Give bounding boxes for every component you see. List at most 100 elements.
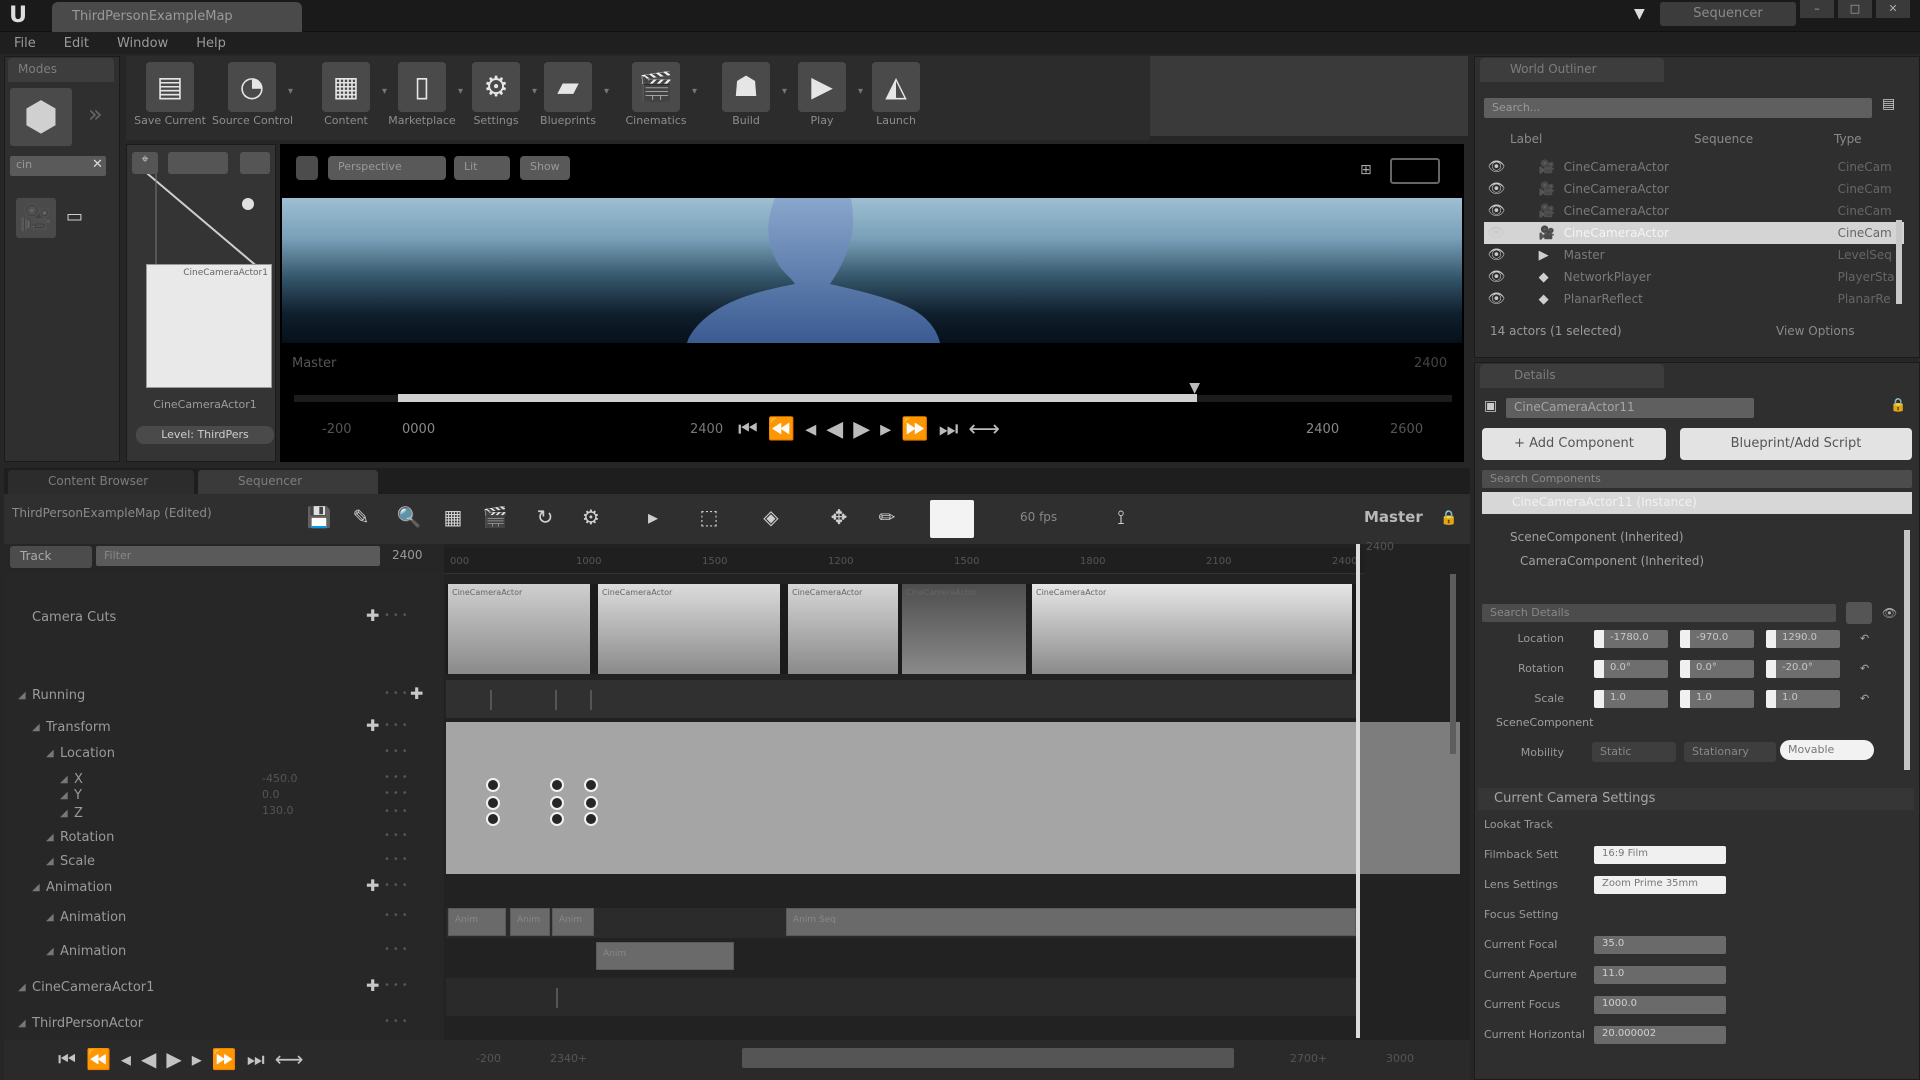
key-nav-icon[interactable]: •••	[384, 688, 411, 699]
camera-actor-track-lane[interactable]	[446, 978, 1356, 1016]
visibility-eye-icon[interactable]: 👁	[1484, 291, 1509, 307]
refresh-icon[interactable]: ↻	[530, 502, 560, 532]
step-back-icon[interactable]: ◂	[121, 1047, 131, 1071]
loop-icon[interactable]: ⟷	[275, 1047, 304, 1071]
camera-cut-thumbnail[interactable]	[902, 584, 1026, 674]
camera-cut-thumbnail[interactable]	[598, 584, 780, 674]
expand-arrow-icon[interactable]: ◢	[32, 882, 46, 893]
outliner-row[interactable]: 👁 ◆ PlanarReflect PlanarRe	[1484, 288, 1904, 310]
outliner-row[interactable]: 👁 ◆ NetworkPlayer PlayerSta	[1484, 266, 1904, 288]
add-key-icon[interactable]: ✚	[366, 876, 379, 895]
viewport-lit-button[interactable]: Lit	[454, 156, 510, 180]
expand-arrow-icon[interactable]: ◢	[46, 946, 60, 957]
sequencer-tab[interactable]: Sequencer	[198, 470, 378, 494]
visibility-eye-icon[interactable]: 👁	[1484, 159, 1509, 175]
menu-file[interactable]: File	[14, 36, 36, 51]
play-reverse-icon[interactable]: ◀	[826, 417, 843, 442]
add-component-button[interactable]: + Add Component	[1482, 428, 1666, 460]
track-filter-input[interactable]: Filter	[96, 546, 380, 566]
keyframe[interactable]	[486, 778, 500, 792]
transform-location-y[interactable]: -970.0	[1680, 630, 1754, 648]
toolbar-save-current-button[interactable]: ▤ Save Current	[130, 56, 210, 140]
visibility-eye-icon[interactable]: 👁	[1484, 269, 1509, 285]
modes-tab[interactable]: Modes	[8, 58, 114, 82]
viewport-show-button[interactable]: Show	[520, 156, 570, 180]
visibility-eye-icon[interactable]: 👁	[1484, 203, 1509, 219]
clear-search-icon[interactable]: ✕	[92, 157, 103, 172]
play-reverse-icon[interactable]: ◀	[141, 1047, 156, 1071]
viewport-maximize-button[interactable]	[1390, 158, 1440, 184]
viewport-menu-button[interactable]	[296, 156, 318, 180]
component-tree-scene[interactable]: SceneComponent (Inherited)	[1510, 530, 1684, 544]
expand-arrow-icon[interactable]: ◢	[60, 808, 74, 819]
keyframe[interactable]	[584, 812, 598, 826]
expand-arrow-icon[interactable]: ◢	[60, 774, 74, 785]
camera-field-value[interactable]: 1000.0	[1594, 996, 1726, 1014]
key-edit-icon[interactable]: ✏	[872, 502, 902, 532]
transform-rotation-x[interactable]: 0.0°	[1594, 660, 1668, 678]
expand-arrow-icon[interactable]: ◢	[46, 832, 60, 843]
running-track-lane[interactable]	[446, 680, 1356, 718]
expand-arrow-icon[interactable]: ◢	[18, 690, 32, 701]
current-camera-settings-header[interactable]: Current Camera Settings	[1478, 788, 1914, 810]
transform-icon[interactable]: ✥	[824, 502, 854, 532]
outliner-view-options[interactable]: View Options	[1776, 324, 1855, 338]
toolbar-play-button[interactable]: ▶ Play	[782, 56, 862, 140]
reset-arrow-icon[interactable]: ↶	[1860, 632, 1869, 645]
toolbar-marketplace-button[interactable]: ▯ Marketplace	[382, 56, 462, 140]
maximize-button[interactable]: □	[1838, 0, 1872, 18]
next-key-icon[interactable]: ⏩	[901, 417, 928, 442]
step-back-icon[interactable]: ◂	[805, 417, 816, 442]
snap-icon[interactable]: ◈	[756, 502, 786, 532]
viewport-scrub-handle-icon[interactable]: ▼	[1189, 380, 1203, 396]
viewport-grid-icon[interactable]: ⊞	[1360, 162, 1372, 178]
outliner-row[interactable]: 👁 🎥 CineCameraActor CineCam	[1484, 200, 1904, 222]
transform-rotation-z[interactable]: -20.0°	[1766, 660, 1840, 678]
keyframe[interactable]	[550, 812, 564, 826]
mobility-stationary[interactable]: Stationary	[1684, 742, 1776, 762]
transform-scale-x[interactable]: 1.0	[1594, 690, 1668, 708]
keyframe[interactable]	[584, 778, 598, 792]
menu-edit[interactable]: Edit	[64, 36, 89, 51]
camera-field-value[interactable]: 35.0	[1594, 936, 1726, 954]
animation-clip[interactable]: Anim	[510, 908, 550, 936]
playback-options-icon[interactable]: ⚙	[576, 502, 606, 532]
camera-cut-thumbnail[interactable]	[788, 584, 898, 674]
color-swatch-button[interactable]	[930, 500, 974, 538]
animation-clip[interactable]: Anim Seq	[786, 908, 1356, 936]
mini-viewport-options-button[interactable]	[240, 152, 270, 174]
location-value[interactable]: 0.0	[262, 788, 280, 801]
place-mode-icon[interactable]: ⬢	[10, 88, 72, 146]
camera-field-value[interactable]: 20.000002	[1594, 1026, 1726, 1044]
keyframe[interactable]	[550, 778, 564, 792]
key-nav-icon[interactable]: •••	[384, 1016, 411, 1027]
sequencer-map-label[interactable]: ThirdPersonExampleMap (Edited)	[12, 506, 212, 520]
details-tab[interactable]: Details	[1480, 364, 1664, 388]
track-row[interactable]: ◢ Location	[4, 744, 442, 762]
add-key-icon[interactable]: ✚	[410, 684, 423, 703]
camera-field-value[interactable]: 11.0	[1594, 966, 1726, 984]
viewport-perspective-button[interactable]: Perspective	[328, 156, 446, 180]
key-nav-icon[interactable]: •••	[384, 830, 411, 841]
sequence-breadcrumb[interactable]: Master	[1364, 508, 1423, 526]
mobility-static[interactable]: Static	[1592, 742, 1676, 762]
content-browser-tab[interactable]: Content Browser	[8, 470, 194, 494]
transform-location-z[interactable]: 1290.0	[1766, 630, 1840, 648]
details-eye-icon[interactable]: 👁	[1882, 606, 1897, 620]
playhead[interactable]	[1356, 544, 1360, 1038]
expand-arrow-icon[interactable]: ◢	[18, 982, 32, 993]
outliner-row[interactable]: 👁 🎥 CineCameraActor CineCam	[1484, 222, 1904, 244]
key-nav-icon[interactable]: •••	[384, 720, 411, 731]
transform-scale-y[interactable]: 1.0	[1680, 690, 1754, 708]
details-grid-button[interactable]	[1846, 602, 1872, 624]
mobility-movable[interactable]: Movable	[1780, 740, 1874, 760]
outliner-search-input[interactable]: Search...	[1484, 98, 1872, 118]
lock-icon[interactable]: 🔒	[1890, 398, 1906, 413]
track-row[interactable]: ◢ Z	[4, 804, 442, 822]
notification-icon[interactable]: ▼	[1634, 6, 1652, 24]
key-nav-icon[interactable]: •••	[384, 910, 411, 921]
selection-icon[interactable]: ⬚	[694, 502, 724, 532]
blueprint-script-button[interactable]: Blueprint/Add Script	[1680, 428, 1912, 460]
expand-arrow-icon[interactable]: ◢	[46, 856, 60, 867]
key-nav-icon[interactable]: •••	[384, 880, 411, 891]
